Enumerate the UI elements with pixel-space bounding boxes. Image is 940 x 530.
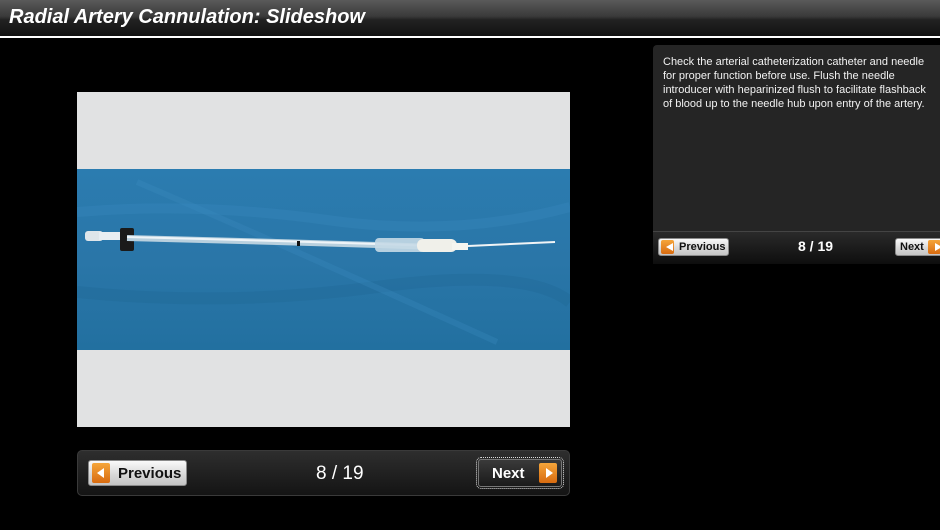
- caption-next-label: Next: [900, 241, 924, 253]
- chevron-right-icon: [928, 240, 940, 254]
- catheter-photo: [77, 92, 570, 427]
- previous-button[interactable]: Previous: [88, 460, 187, 486]
- caption-navigation: Previous 8 / 19 Next: [653, 231, 940, 264]
- slide-description: Check the arterial catheterization cathe…: [663, 56, 926, 110]
- title-divider: [0, 36, 940, 38]
- page-title: Radial Artery Cannulation: Slideshow: [9, 6, 365, 28]
- caption-previous-label: Previous: [679, 241, 726, 253]
- slide-counter: 8 / 19: [316, 463, 364, 484]
- slide-image: [77, 92, 570, 427]
- chevron-left-icon: [92, 463, 110, 483]
- caption-previous-button[interactable]: Previous: [658, 238, 729, 256]
- chevron-left-icon: [661, 240, 674, 254]
- caption-slide-counter: 8 / 19: [798, 238, 834, 254]
- caption-panel: Check the arterial catheterization cathe…: [653, 45, 940, 264]
- title-bar: Radial Artery Cannulation: Slideshow: [0, 0, 940, 36]
- caption-next-button[interactable]: Next: [895, 238, 940, 256]
- previous-label: Previous: [118, 465, 182, 482]
- chevron-right-icon: [539, 463, 557, 483]
- next-button[interactable]: Next: [476, 457, 564, 489]
- next-label: Next: [492, 465, 525, 482]
- slideshow-navigation: Previous 8 / 19 Next: [77, 450, 570, 496]
